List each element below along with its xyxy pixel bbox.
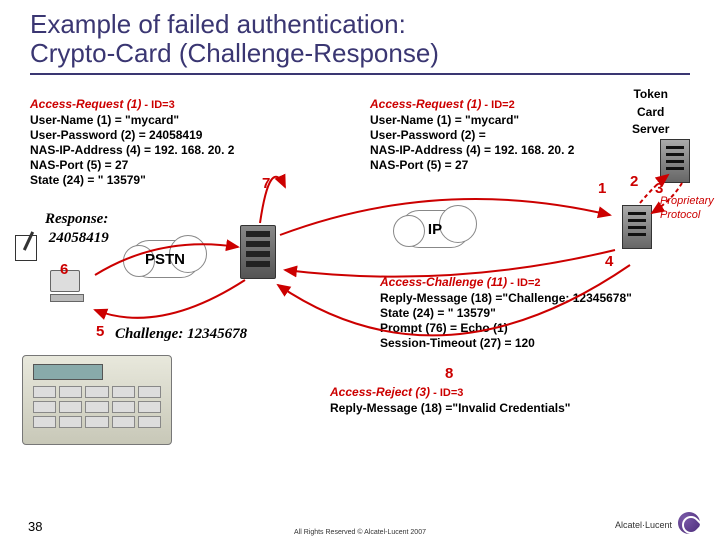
req2-l3: NAS-IP-Address (4) = 192. 168. 20. 2 [370, 143, 574, 157]
chal-l4: Session-Timeout (27) = 120 [380, 336, 535, 350]
access-request-left: Access-Request (1) - ID=3 User-Name (1) … [30, 97, 234, 188]
response-block: Response: 24058419 [45, 210, 109, 248]
req1-header: Access-Request (1) [30, 97, 141, 111]
card-label: Card [637, 105, 664, 119]
proprietary-l2: Protocol [660, 209, 700, 221]
slide-title: Example of failed authentication: Crypto… [0, 0, 720, 71]
proprietary-l1: Proprietary [660, 195, 714, 207]
rej-id: - ID=3 [430, 387, 463, 399]
req1-l3: NAS-IP-Address (4) = 192. 168. 20. 2 [30, 143, 234, 157]
ip-label: IP [401, 211, 469, 249]
response-value: 24058419 [49, 230, 109, 246]
req1-l2: User-Password (2) = 24058419 [30, 128, 202, 142]
req1-id: - ID=3 [141, 99, 174, 111]
token-server-icon [660, 139, 690, 183]
pc-icon [50, 270, 90, 310]
req2-l1: User-Name (1) = "mycard" [370, 113, 519, 127]
req1-l4: NAS-Port (5) = 27 [30, 158, 128, 172]
access-request-right: Access-Request (1) - ID=2 User-Name (1) … [370, 97, 574, 173]
response-label: Response: [45, 211, 108, 227]
ip-cloud: IP [400, 210, 470, 248]
crypto-card-icon [22, 355, 172, 445]
req1-l1: User-Name (1) = "mycard" [30, 113, 179, 127]
access-reject: Access-Reject (3) - ID=3 Reply-Message (… [330, 385, 570, 416]
chal-id: - ID=2 [507, 277, 540, 289]
radius-server-icon [622, 205, 652, 249]
brand-logo-icon [678, 512, 700, 534]
proprietary-protocol: Proprietary Protocol [660, 195, 714, 223]
step-1: 1 [598, 180, 606, 197]
chal-l1: Reply-Message (18) ="Challenge: 12345678… [380, 291, 632, 305]
step-2: 2 [630, 173, 638, 190]
chal-l2: State (24) = " 13579" [380, 306, 496, 320]
copyright: All Rights Reserved © Alcatel-Lucent 200… [0, 529, 720, 536]
step-6: 6 [60, 261, 68, 278]
writing-hand-icon [15, 235, 45, 265]
challenge-label: Challenge: 12345678 [115, 326, 247, 342]
brand-text: Alcatel·Lucent [615, 520, 672, 530]
chal-l3: Prompt (76) = Echo (1) [380, 321, 508, 335]
challenge-caption: Challenge: 12345678 [115, 325, 247, 344]
nas-icon [240, 225, 276, 279]
title-line-1: Example of failed authentication: [30, 9, 406, 39]
req2-header: Access-Request (1) [370, 97, 481, 111]
title-line-2: Crypto-Card (Challenge-Response) [30, 38, 439, 68]
req2-id: - ID=2 [481, 99, 514, 111]
diagram-canvas: Access-Request (1) - ID=3 User-Name (1) … [0, 75, 720, 495]
server-label: Server [632, 122, 669, 136]
req1-l5: State (24) = " 13579" [30, 173, 146, 187]
token-label: Token [633, 87, 667, 101]
pstn-label: PSTN [131, 241, 199, 279]
chal-header: Access-Challenge (11) [380, 275, 507, 289]
step-7: 7 [262, 175, 270, 192]
req2-l4: NAS-Port (5) = 27 [370, 158, 468, 172]
step-4: 4 [605, 253, 613, 270]
step-3: 3 [655, 180, 663, 197]
req2-l2: User-Password (2) = [370, 128, 486, 142]
step-8: 8 [445, 365, 453, 382]
token-server-label: Token Card Server [632, 85, 669, 138]
rej-l1: Reply-Message (18) ="Invalid Credentials… [330, 401, 570, 415]
step-5: 5 [96, 323, 104, 340]
pstn-cloud: PSTN [130, 240, 200, 278]
access-challenge: Access-Challenge (11) - ID=2 Reply-Messa… [380, 275, 632, 351]
rej-header: Access-Reject (3) [330, 385, 430, 399]
